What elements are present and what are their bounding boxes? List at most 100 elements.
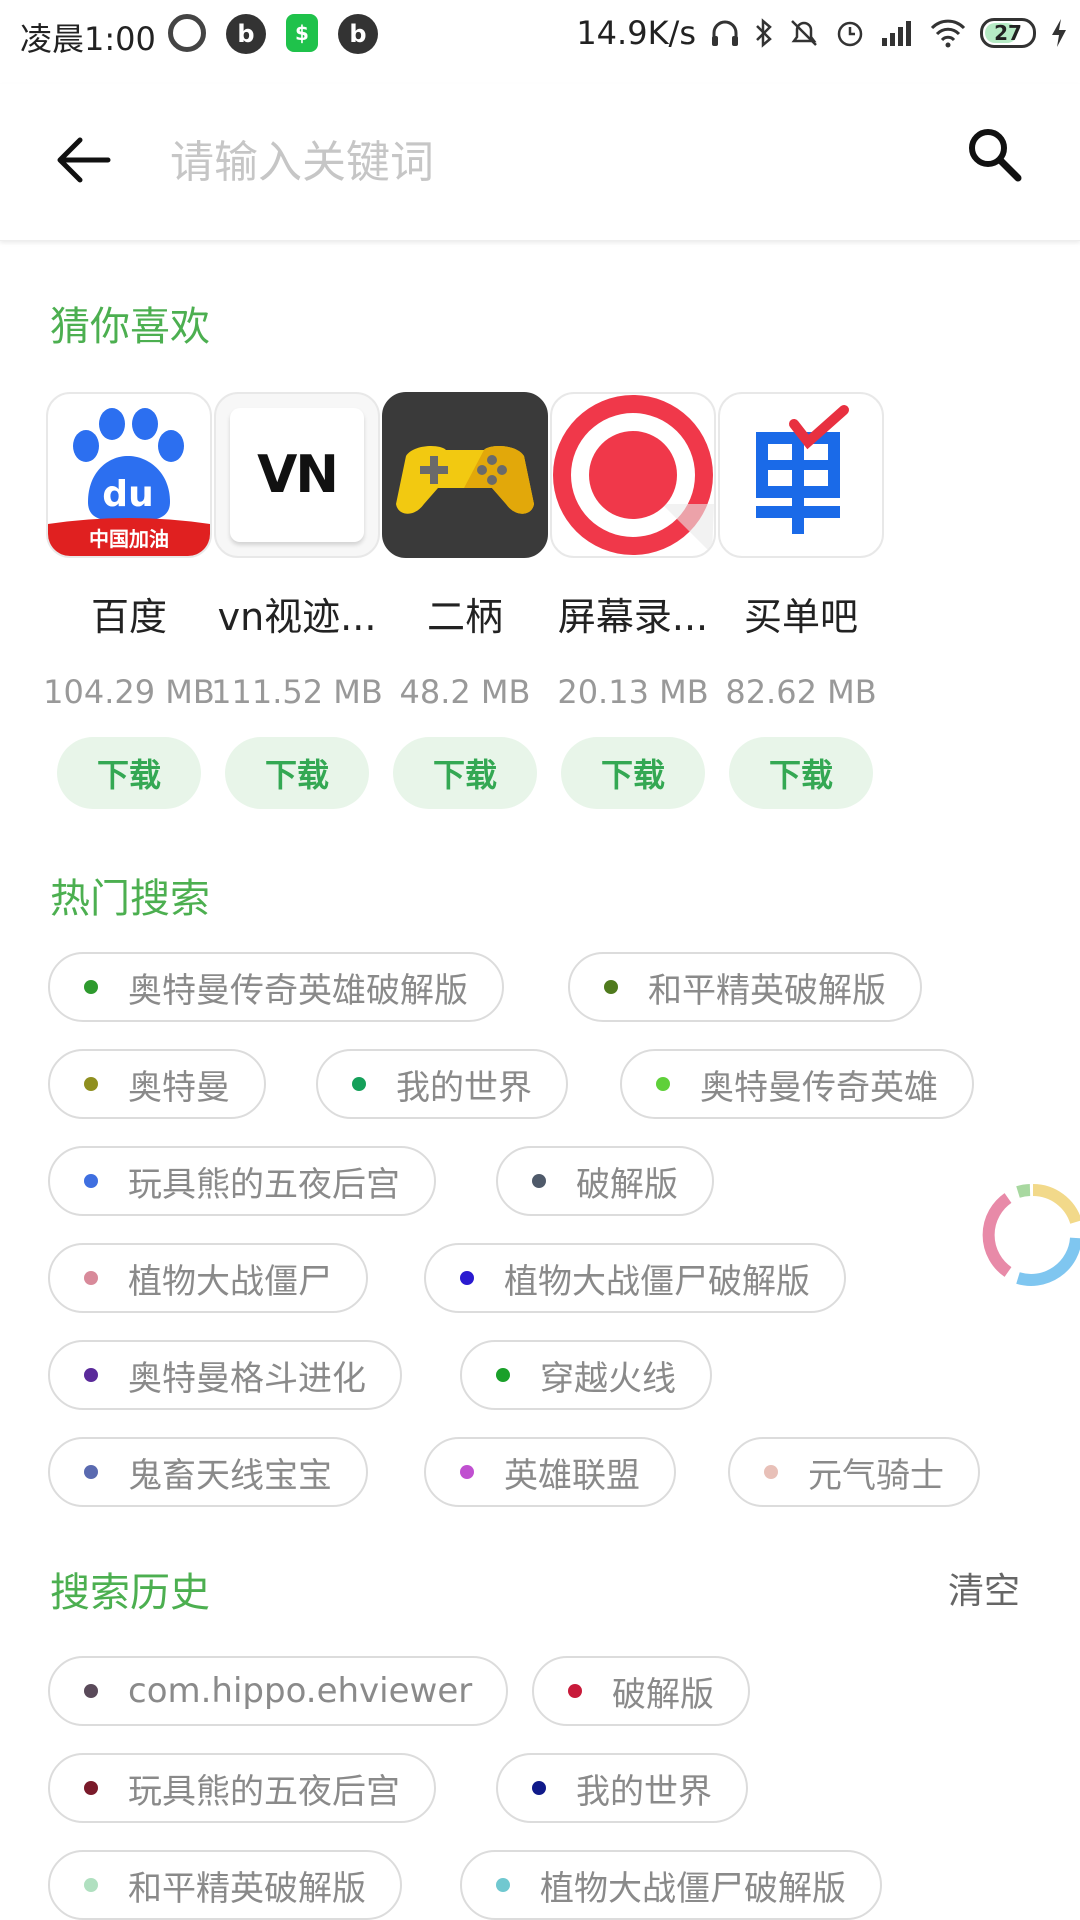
- tag-dot: [352, 1077, 366, 1091]
- download-button[interactable]: 下载: [393, 737, 537, 809]
- download-button[interactable]: 下载: [225, 737, 369, 809]
- hot-search-tag[interactable]: 我的世界: [316, 1049, 568, 1119]
- tag-label: 穿越火线: [540, 1358, 676, 1399]
- wifi-icon: [930, 19, 966, 48]
- tag-label: 植物大战僵尸破解版: [504, 1261, 810, 1302]
- app-card[interactable]: 买单吧 82.62 MB 下载: [698, 392, 904, 809]
- tag-dot: [84, 1077, 98, 1091]
- tag-label: 玩具熊的五夜后宫: [128, 1771, 400, 1812]
- tag-label: 奥特曼格斗进化: [128, 1358, 366, 1399]
- tag-dot: [764, 1465, 778, 1479]
- tag-label: 英雄联盟: [504, 1455, 640, 1496]
- hot-search-tag[interactable]: 破解版: [496, 1146, 714, 1216]
- search-header: [0, 84, 1080, 241]
- section-title-history: 搜索历史: [50, 1570, 210, 1616]
- mute-icon: [791, 20, 817, 46]
- signal-icon: [882, 21, 911, 46]
- history-tag[interactable]: 我的世界: [496, 1753, 748, 1823]
- record-icon[interactable]: [550, 392, 716, 558]
- tag-dot: [568, 1684, 582, 1698]
- download-button[interactable]: 下载: [729, 737, 873, 809]
- tag-label: 和平精英破解版: [128, 1868, 366, 1909]
- tag-label: 我的世界: [576, 1771, 712, 1812]
- status-bar: 凌晨1:00 b $ b 14.9K/s 27: [0, 0, 1080, 76]
- baidu-icon[interactable]: du 中国加油: [46, 392, 212, 558]
- tag-dot: [532, 1781, 546, 1795]
- status-time: 凌晨1:00: [20, 20, 156, 58]
- bilibili-icon: b: [338, 14, 378, 54]
- history-tag[interactable]: com.hippo.ehviewer: [48, 1656, 509, 1726]
- tag-label: 破解版: [612, 1674, 714, 1715]
- tag-dot: [532, 1174, 546, 1188]
- tag-label: 我的世界: [396, 1067, 532, 1108]
- tag-dot: [84, 1271, 98, 1285]
- hot-search-tag[interactable]: 穿越火线: [460, 1340, 712, 1410]
- hot-search-tag[interactable]: 奥特曼传奇英雄破解版: [48, 952, 504, 1022]
- hot-search-tag[interactable]: 奥特曼传奇英雄: [620, 1049, 974, 1119]
- tag-label: 鬼畜天线宝宝: [128, 1455, 332, 1496]
- history-tag[interactable]: 和平精英破解版: [48, 1850, 402, 1920]
- history-tag[interactable]: 玩具熊的五夜后宫: [48, 1753, 436, 1823]
- svg-text:du: du: [102, 474, 153, 515]
- tag-dot: [84, 1684, 98, 1698]
- section-title-hot: 热门搜索: [50, 876, 210, 922]
- tag-dot: [84, 1781, 98, 1795]
- app-name: 买单吧: [743, 595, 858, 639]
- hot-search-tag[interactable]: 奥特曼格斗进化: [48, 1340, 402, 1410]
- history-tag[interactable]: 植物大战僵尸破解版: [460, 1850, 882, 1920]
- vn-logo-text: VN: [257, 445, 339, 505]
- hot-search-tag[interactable]: 英雄联盟: [424, 1437, 676, 1507]
- notification-icons: b $ b: [168, 14, 378, 54]
- tag-dot: [460, 1465, 474, 1479]
- gamepad-icon[interactable]: [382, 392, 548, 558]
- tag-label: 奥特曼传奇英雄破解版: [128, 970, 468, 1011]
- tag-label: 元气骑士: [808, 1455, 944, 1496]
- tag-label: 植物大战僵尸: [128, 1261, 332, 1302]
- hot-search-tag[interactable]: 植物大战僵尸破解版: [424, 1243, 846, 1313]
- tag-label: 植物大战僵尸破解版: [540, 1868, 846, 1909]
- tag-label: 奥特曼传奇英雄: [700, 1067, 938, 1108]
- battery-level: 27: [994, 21, 1022, 45]
- tag-label: 奥特曼: [128, 1067, 230, 1108]
- app-badge-text: 中国加油: [89, 527, 169, 551]
- charging-icon: [1052, 19, 1066, 47]
- shop-icon: $: [286, 14, 318, 52]
- back-arrow-icon[interactable]: [52, 128, 116, 192]
- download-button[interactable]: 下载: [561, 737, 705, 809]
- tag-dot: [656, 1077, 670, 1091]
- bluetooth-icon: [756, 18, 772, 48]
- vn-icon[interactable]: VN: [214, 392, 380, 558]
- section-title-guess: 猜你喜欢: [50, 304, 210, 350]
- search-icon[interactable]: [962, 122, 1026, 186]
- tag-label: 玩具熊的五夜后宫: [128, 1164, 400, 1205]
- hot-search-tag[interactable]: 和平精英破解版: [568, 952, 922, 1022]
- maidanba-icon[interactable]: [718, 392, 884, 558]
- hot-search-tag[interactable]: 鬼畜天线宝宝: [48, 1437, 368, 1507]
- network-speed: 14.9K/s: [576, 14, 696, 52]
- headphones-icon: [712, 20, 738, 46]
- tag-label: com.hippo.ehviewer: [128, 1671, 473, 1711]
- tag-dot: [84, 1465, 98, 1479]
- hot-search-tag[interactable]: 玩具熊的五夜后宫: [48, 1146, 436, 1216]
- download-button[interactable]: 下载: [57, 737, 201, 809]
- tag-label: 和平精英破解版: [648, 970, 886, 1011]
- tag-dot: [496, 1368, 510, 1382]
- history-tag[interactable]: 破解版: [532, 1656, 750, 1726]
- tag-dot: [84, 1174, 98, 1188]
- tag-dot: [496, 1878, 510, 1892]
- floating-assistant-icon[interactable]: [978, 1180, 1080, 1290]
- tag-dot: [460, 1271, 474, 1285]
- battery-icon: 27: [980, 18, 1036, 48]
- hot-search-tag[interactable]: 元气骑士: [728, 1437, 980, 1507]
- search-input[interactable]: [168, 126, 912, 198]
- tag-dot: [84, 1368, 98, 1382]
- tag-label: 破解版: [576, 1164, 678, 1205]
- tag-dot: [84, 1878, 98, 1892]
- netease-music-icon: [168, 14, 206, 52]
- bilibili-icon: b: [226, 14, 266, 54]
- hot-search-tag[interactable]: 植物大战僵尸: [48, 1243, 368, 1313]
- hot-search-tag[interactable]: 奥特曼: [48, 1049, 266, 1119]
- tag-dot: [84, 980, 98, 994]
- app-size: 82.62 MB: [725, 673, 877, 711]
- clear-history-button[interactable]: 清空: [948, 1562, 1020, 1614]
